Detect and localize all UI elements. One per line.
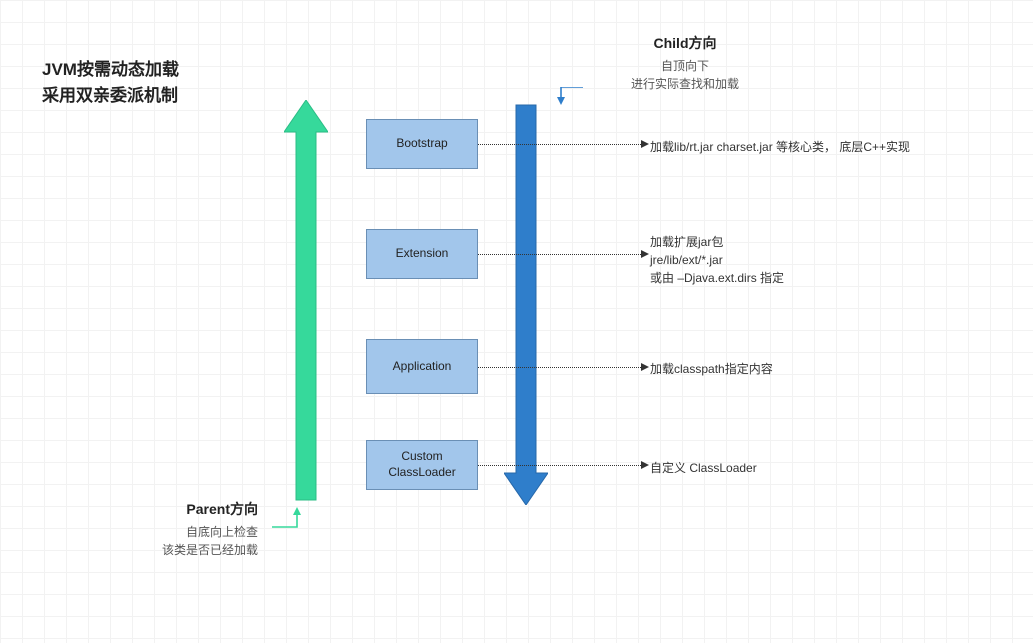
parent-heading: Parent方向: [118, 499, 258, 519]
parent-sub1: 自底向上检查: [118, 523, 258, 541]
title-line1: JVM按需动态加载: [42, 57, 179, 83]
application-description: 加载classpath指定内容: [650, 360, 773, 378]
parent-sub2: 该类是否已经加载: [118, 541, 258, 559]
connector-application: [478, 367, 641, 368]
bootstrap-description: 加载lib/rt.jar charset.jar 等核心类， 底层C++实现: [650, 138, 910, 156]
parent-up-arrow: [284, 100, 328, 505]
child-direction-label: Child方向 自顶向下 进行实际查找和加载: [605, 33, 765, 93]
connector-extension: [478, 254, 641, 255]
parent-label-pointer: [272, 505, 306, 535]
connector-bootstrap: [478, 144, 641, 145]
arrowhead-bootstrap: [641, 140, 649, 148]
custom-label: Custom ClassLoader: [388, 449, 455, 480]
child-heading: Child方向: [605, 33, 765, 53]
arrowhead-custom: [641, 461, 649, 469]
parent-direction-label: Parent方向 自底向上检查 该类是否已经加载: [118, 499, 258, 559]
application-label: Application: [393, 359, 452, 375]
title-line2: 采用双亲委派机制: [42, 83, 179, 109]
custom-box: Custom ClassLoader: [366, 440, 478, 490]
bootstrap-box: Bootstrap: [366, 119, 478, 169]
bootstrap-label: Bootstrap: [396, 136, 447, 152]
connector-custom: [478, 465, 641, 466]
extension-label: Extension: [396, 246, 449, 262]
arrowhead-extension: [641, 250, 649, 258]
extension-description: 加载扩展jar包 jre/lib/ext/*.jar 或由 –Djava.ext…: [650, 233, 784, 287]
child-sub1: 自顶向下: [605, 57, 765, 75]
child-label-pointer: [553, 87, 587, 117]
child-sub2: 进行实际查找和加载: [605, 75, 765, 93]
application-box: Application: [366, 339, 478, 394]
extension-box: Extension: [366, 229, 478, 279]
diagram-title: JVM按需动态加载 采用双亲委派机制: [42, 57, 179, 108]
custom-description: 自定义 ClassLoader: [650, 459, 757, 477]
arrowhead-application: [641, 363, 649, 371]
child-down-arrow: [504, 100, 548, 505]
